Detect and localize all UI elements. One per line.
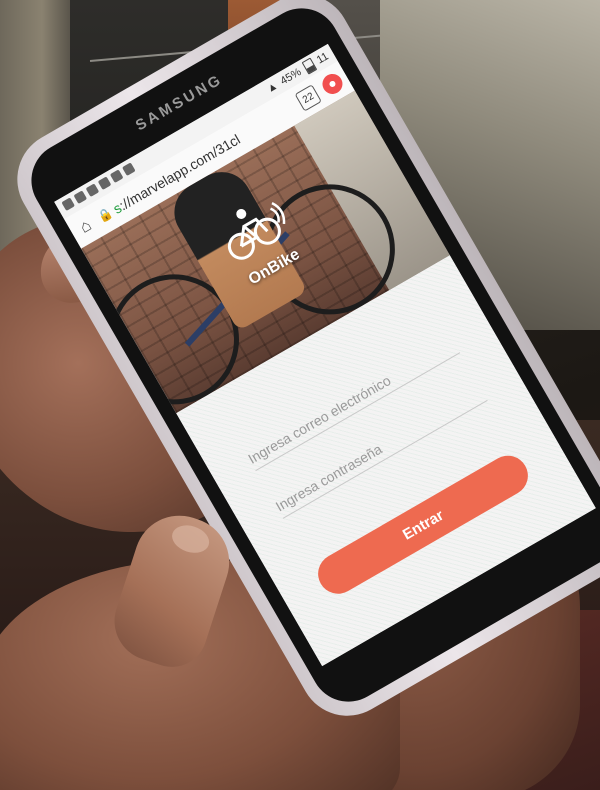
notification-icon <box>61 197 76 212</box>
photo-scene: SAMSUNG ▲ 45% 11 ⌂ 🔒 s://marvelapp.com/… <box>0 0 600 790</box>
notification-icon <box>109 169 124 184</box>
signal-icon: ▲ <box>264 79 281 96</box>
battery-icon <box>301 57 317 75</box>
thumbnail <box>168 520 213 558</box>
notification-icon <box>97 176 112 191</box>
tabs-button[interactable]: 22 <box>294 84 322 112</box>
notification-icon <box>73 190 88 205</box>
notification-icon <box>85 183 100 198</box>
clock: 11 <box>314 50 331 67</box>
notification-icon <box>121 162 136 177</box>
menu-icon[interactable] <box>318 70 347 98</box>
